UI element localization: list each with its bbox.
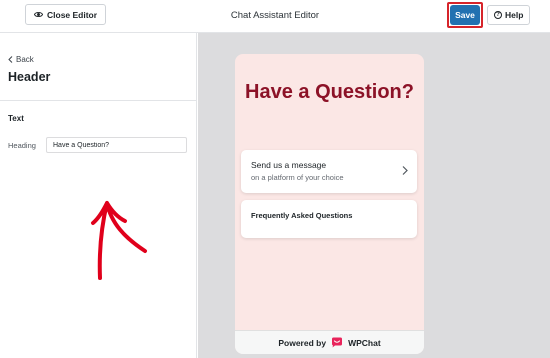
back-link[interactable]: Back bbox=[8, 55, 34, 64]
panel-title: Header bbox=[8, 70, 51, 84]
top-bar: Close Editor Chat Assistant Editor Save … bbox=[0, 0, 550, 33]
section-label: Text bbox=[8, 114, 24, 123]
wpchat-logo-icon bbox=[332, 337, 343, 348]
save-button[interactable]: Save bbox=[450, 5, 480, 25]
send-message-card[interactable]: Send us a message on a platform of your … bbox=[241, 150, 417, 193]
help-button[interactable]: ? Help bbox=[487, 5, 531, 25]
widget-heading: Have a Question? bbox=[245, 81, 414, 103]
heading-field-label: Heading bbox=[8, 141, 36, 150]
help-label: Help bbox=[505, 10, 524, 20]
card-title: Frequently Asked Questions bbox=[251, 211, 353, 220]
settings-panel: Back Header Text Heading bbox=[0, 33, 197, 358]
brand-name: WPChat bbox=[348, 337, 381, 348]
card-title: Send us a message bbox=[251, 160, 327, 170]
question-circle-icon: ? bbox=[494, 11, 502, 19]
heading-input[interactable] bbox=[46, 137, 187, 153]
chat-widget-preview: Have a Question? Send us a message on a … bbox=[235, 54, 424, 354]
chevron-right-icon bbox=[402, 166, 408, 175]
preview-area: Have a Question? Send us a message on a … bbox=[198, 33, 550, 358]
chevron-left-icon bbox=[8, 56, 13, 63]
powered-by-label: Powered by bbox=[278, 337, 327, 348]
card-subtitle: on a platform of your choice bbox=[251, 173, 344, 182]
back-label: Back bbox=[16, 55, 34, 64]
widget-footer: Powered by WPChat bbox=[235, 330, 424, 354]
faq-card[interactable]: Frequently Asked Questions bbox=[241, 200, 417, 238]
annotation-arrow bbox=[91, 201, 147, 280]
panel-divider bbox=[0, 100, 197, 101]
